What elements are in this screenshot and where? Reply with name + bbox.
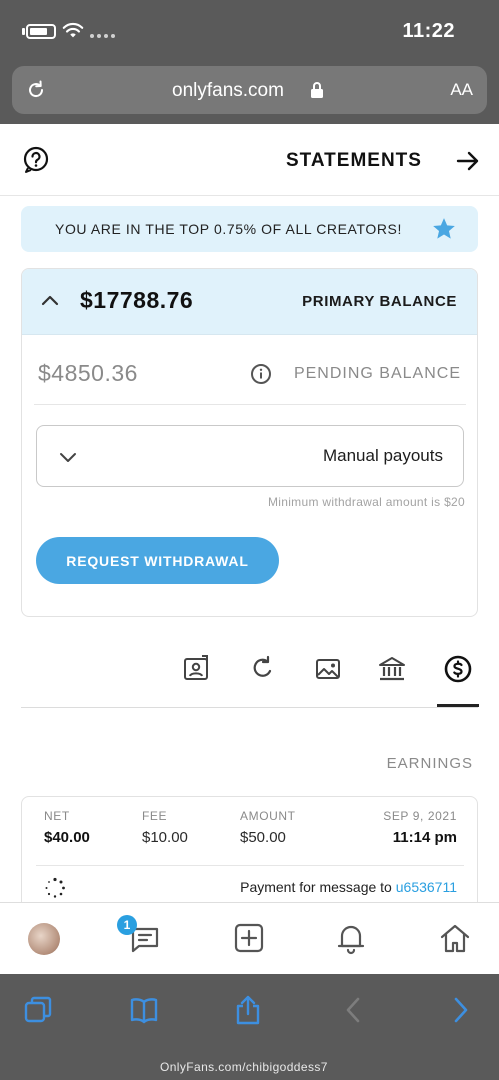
banner-text: YOU ARE IN THE TOP 0.75% OF ALL CREATORS…: [55, 221, 402, 237]
url-text[interactable]: onlyfans.com: [172, 80, 284, 102]
entry-description-text: Payment for message to: [240, 879, 392, 895]
earnings-title: EARNINGS: [386, 755, 473, 772]
status-bar: 11:22: [0, 0, 499, 62]
date-label: SEP 9, 2021: [383, 809, 457, 823]
lock-icon: [311, 82, 323, 98]
entry-amount: $50.00: [240, 829, 286, 846]
avatar[interactable]: [28, 923, 60, 955]
browser-toolbar: OnlyFans.com/chibigoddess7: [0, 974, 499, 1080]
divider: [34, 404, 466, 405]
status-time: 11:22: [402, 20, 455, 42]
battery-nub: [22, 28, 25, 35]
spinner-icon: [45, 877, 65, 898]
page-title: STATEMENTS: [286, 150, 422, 171]
text-size-button[interactable]: AA: [450, 80, 473, 100]
battery-icon: [26, 24, 56, 39]
help-icon[interactable]: [22, 146, 50, 174]
fee-label: FEE: [142, 809, 168, 823]
statement-tabs: [21, 642, 479, 708]
info-icon[interactable]: [250, 363, 272, 385]
wifi-icon: [62, 22, 84, 38]
pending-balance-value: $4850.36: [38, 360, 138, 386]
back-arrow-icon[interactable]: [455, 148, 481, 174]
tab-refunds[interactable]: [247, 654, 277, 684]
earning-entry: SEP 9, 2021 AMOUNT FEE NET 11:14 pm $50.…: [21, 796, 478, 916]
primary-balance-row[interactable]: $17788.76 PRIMARY BALANCE: [22, 269, 477, 335]
primary-balance-value: $17788.76: [80, 287, 194, 313]
balance-card: $17788.76 PRIMARY BALANCE $4850.36 PENDI…: [21, 268, 478, 617]
minimum-withdrawal-note: Minimum withdrawal amount is $20: [267, 495, 465, 509]
page-header: STATEMENTS: [0, 124, 499, 196]
entry-time: 11:14 pm: [392, 829, 457, 846]
home-icon[interactable]: [438, 921, 472, 955]
notifications-icon[interactable]: [334, 921, 368, 955]
top-creator-banner: YOU ARE IN THE TOP 0.75% OF ALL CREATORS…: [21, 206, 478, 252]
pending-balance-label: PENDING BALANCE: [293, 365, 461, 382]
primary-balance-label: PRIMARY BALANCE: [302, 293, 457, 310]
bottom-navigation: 1: [0, 902, 499, 974]
message-count-badge: 1: [117, 915, 137, 935]
share-icon[interactable]: [232, 994, 264, 1026]
watermark-caption: OnlyFans.com/chibigoddess7: [160, 1060, 328, 1074]
tab-banking[interactable]: [377, 654, 407, 684]
star-icon: [433, 218, 455, 239]
entry-description: Payment for message to u6536711: [240, 879, 457, 895]
net-label: NET: [44, 809, 70, 823]
chevron-up-icon[interactable]: [40, 291, 60, 311]
bookmarks-icon[interactable]: [128, 994, 160, 1026]
tab-referrals[interactable]: [181, 654, 211, 684]
tabs-icon[interactable]: [22, 994, 54, 1026]
payout-mode-value: Manual payouts: [322, 446, 443, 465]
active-tab-indicator: [437, 704, 479, 707]
tab-media[interactable]: [313, 654, 343, 684]
amount-label: AMOUNT: [240, 809, 296, 823]
add-post-icon[interactable]: [232, 921, 266, 955]
chevron-down-icon: [60, 453, 76, 462]
browser-url-area: onlyfans.com AA: [0, 62, 499, 124]
signal-icon: [90, 34, 115, 38]
forward-icon[interactable]: [444, 994, 476, 1026]
divider: [36, 865, 464, 866]
entry-fee: $10.00: [142, 829, 188, 846]
request-withdrawal-button[interactable]: REQUEST WITHDRAWAL: [36, 537, 279, 584]
url-bar[interactable]: onlyfans.com AA: [12, 66, 487, 114]
entry-user-link[interactable]: u6536711: [396, 879, 457, 895]
payout-mode-select[interactable]: Manual payouts: [36, 425, 464, 487]
back-icon[interactable]: [338, 994, 370, 1026]
reload-icon[interactable]: [24, 78, 48, 102]
entry-net: $40.00: [44, 829, 90, 846]
tab-earnings[interactable]: [443, 654, 473, 684]
